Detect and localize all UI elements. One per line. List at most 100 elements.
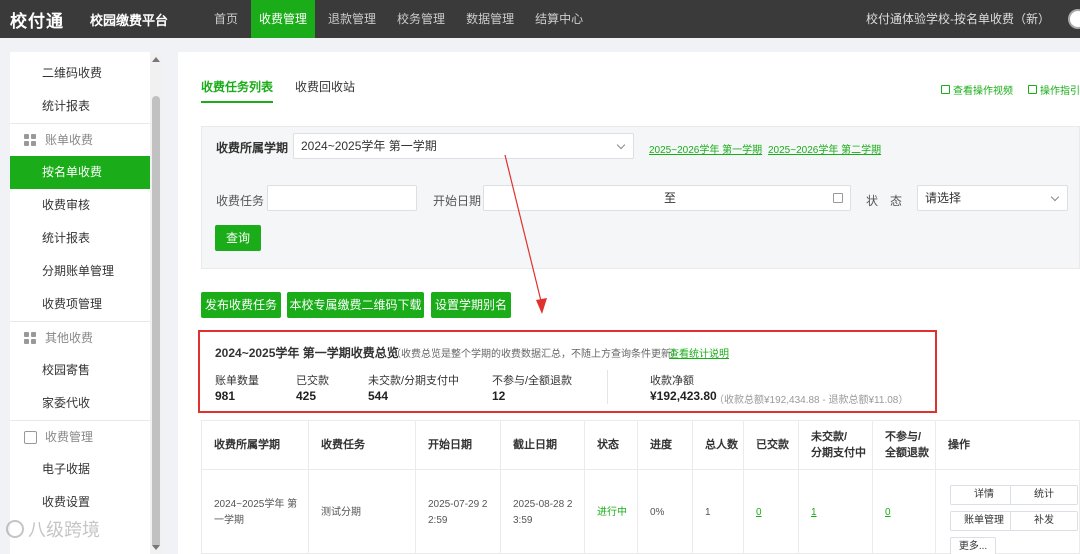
refund-count-link[interactable]: 0 [885,505,891,521]
cell-term: 2024~2025学年 第一学期 [202,470,309,554]
cell-start-date: 2025-07-29 22:59 [416,470,501,554]
filter-panel: 收费所属学期 2024~2025学年 第一学期 2025~2026学年 第一学期… [201,126,1080,269]
grid-icon [24,331,37,345]
avatar[interactable] [1068,9,1080,29]
stat-refund-value: 12 [492,389,506,403]
sidebar-item-stat-report[interactable]: 统计报表 [10,222,150,255]
scroll-up-arrow-icon[interactable] [152,57,160,62]
task-input[interactable] [267,185,417,211]
query-button[interactable]: 查询 [215,225,261,251]
date-range-input[interactable]: 至 [483,185,851,211]
platform-title: 校园缴费平台 [90,12,169,28]
cell-total: 1 [693,470,744,554]
table-header: 截止日期 [501,421,585,470]
help-links: 查看操作视频 操作指引 [926,82,1080,97]
scroll-down-arrow-icon[interactable] [152,545,160,550]
table-header: 不参与/ 全额退款 [873,421,936,470]
stat-paid-value: 425 [296,389,317,403]
bill-management-button[interactable]: 账单管理 [950,511,1018,531]
stat-explanation-link[interactable]: 查看统计说明 [669,345,729,360]
term-link-2025-first[interactable]: 2025~2026学年 第一学期 [649,141,762,156]
table-header: 未交款/ 分期支付中 [799,421,873,470]
sidebar-item-installment[interactable]: 分期账单管理 [10,255,150,288]
net-amount-value: ¥192,423.80 [650,389,717,403]
sidebar-item-e-receipt[interactable]: 电子收据 [10,453,150,486]
video-guide-link[interactable]: 查看操作视频 [941,82,1013,97]
sidebar-scrollbar[interactable] [150,52,162,554]
sidebar-item-qrcode-fee[interactable]: 二维码收费 [10,57,150,90]
task-label: 收费任务 [216,194,265,208]
shield-icon [24,430,37,444]
grid-icon [24,133,37,147]
calendar-icon [833,193,843,203]
nav-settlement[interactable]: 结算中心 [527,0,591,38]
table-header: 收费所属学期 [202,421,309,470]
tab-fee-task-list[interactable]: 收费任务列表 [201,78,274,103]
paid-count-link[interactable]: 0 [756,505,762,521]
table-header: 状态 [585,421,638,470]
school-name[interactable]: 校付通体验学校-按名单收费（新） [866,0,1050,38]
app-logo[interactable]: 校付通 [0,7,70,32]
sidebar-group-label: 账单收费 [45,132,94,147]
chevron-down-icon [616,140,626,150]
statistics-button[interactable]: 统计 [1010,485,1078,505]
document-icon [1028,85,1037,94]
stat-unpaid-label: 未交款/分期支付中 [368,375,460,387]
nav-school-affairs[interactable]: 校务管理 [389,0,453,38]
sidebar-group-other[interactable]: 其他收费 [10,321,150,354]
table-header: 收费任务 [309,421,416,470]
reissue-button[interactable]: 补发 [1010,511,1078,531]
date-range-separator: 至 [664,191,677,205]
sidebar-group-receipt[interactable]: 收费管理 [10,420,150,453]
cell-operations: 详情 统计 账单管理 补发 更多... [936,470,1080,554]
operation-guide-link[interactable]: 操作指引 [1028,82,1080,97]
sidebar-group-bill[interactable]: 账单收费 [10,123,150,156]
sidebar-item-fee-items[interactable]: 收费项管理 [10,288,150,321]
nav-data-management[interactable]: 数据管理 [458,0,522,38]
status-select[interactable]: 请选择 [917,185,1068,211]
scroll-thumb[interactable] [152,96,160,548]
set-term-alias-button[interactable]: 设置学期别名 [431,292,511,318]
status-label: 状 态 [866,194,903,208]
main-content: 收费任务列表 收费回收站 查看操作视频 操作指引 收费所属学期 2024~202… [178,52,1080,554]
fee-task-table: 收费所属学期 收费任务 开始日期 截止日期 状态 进度 总人数 已交款 未交款/… [201,420,1080,554]
sidebar-item-report[interactable]: 统计报表 [10,90,150,123]
operation-guide-label: 操作指引 [1040,86,1080,97]
sidebar-item-fee-settings[interactable]: 收费设置 [10,486,150,519]
publish-fee-task-button[interactable]: 发布收费任务 [201,292,281,318]
cell-progress: 0% [638,470,693,554]
fee-summary-panel: 2024~2025学年 第一学期收费总览 （收费总览是整个学期的收费数据汇总，不… [198,330,937,413]
sidebar-item-consignment[interactable]: 校园寄售 [10,354,150,387]
cell-paid: 0 [744,470,799,554]
net-amount-label: 收款净额 [650,375,694,387]
detail-button[interactable]: 详情 [950,485,1018,505]
cell-task: 测试分期 [309,470,416,554]
term-select[interactable]: 2024~2025学年 第一学期 [293,133,634,159]
download-qrcode-button[interactable]: 本校专属缴费二维码下载 [287,292,424,318]
term-select-value: 2024~2025学年 第一学期 [301,139,437,153]
table-header: 进度 [638,421,693,470]
sidebar-group-label: 收费管理 [45,429,94,444]
stat-bill-count-value: 981 [215,389,236,403]
sidebar-item-fee-review[interactable]: 收费审核 [10,189,150,222]
sidebar-item-list-fee[interactable]: 按名单收费 [10,156,150,189]
status-select-value: 请选择 [925,191,962,205]
stat-refund-label: 不参与/全额退款 [492,375,573,387]
table-header: 总人数 [693,421,744,470]
nav-home[interactable]: 首页 [206,0,246,38]
sidebar-item-parent-collect[interactable]: 家委代收 [10,387,150,420]
nav-fee-management[interactable]: 收费管理 [251,0,316,38]
stat-paid-label: 已交款 [296,375,329,387]
nav-refund-management[interactable]: 退款管理 [320,0,384,38]
term-link-2025-second[interactable]: 2025~2026学年 第二学期 [768,141,881,156]
tabs: 收费任务列表 收费回收站 [201,78,377,103]
chevron-down-icon [1050,192,1060,202]
more-dropdown[interactable]: 更多... [950,537,996,554]
unpaid-count-link[interactable]: 1 [811,505,817,521]
term-label: 收费所属学期 [216,141,289,155]
sidebar-group-label: 其他收费 [45,330,94,345]
video-guide-label: 查看操作视频 [953,86,1013,97]
table-header: 操作 [936,421,1080,470]
stat-divider [607,370,608,404]
tab-recycle-bin[interactable]: 收费回收站 [295,78,355,103]
